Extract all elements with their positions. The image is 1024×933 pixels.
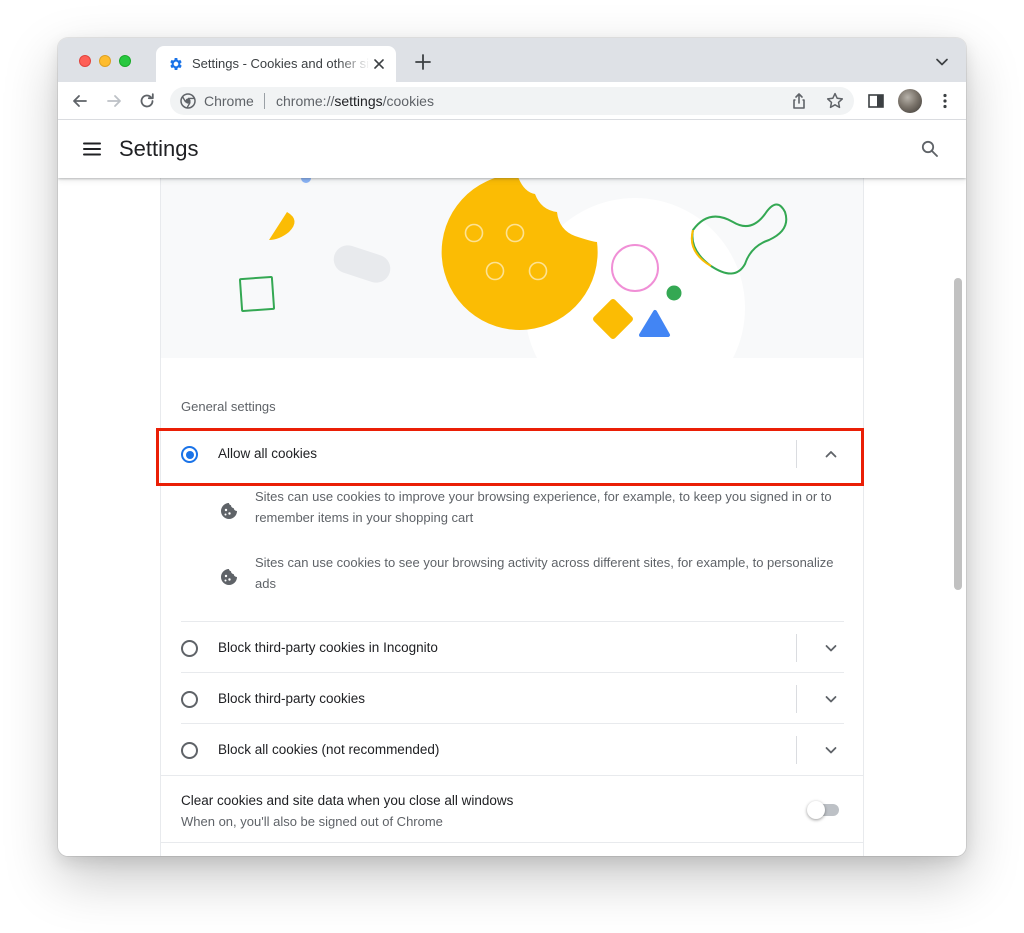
avatar[interactable] — [898, 89, 922, 113]
divider — [161, 842, 863, 843]
tab-title: Settings - Cookies and other site data — [192, 56, 370, 71]
cookie-detail-text: Sites can use cookies to see your browsi… — [255, 555, 834, 591]
cookie-detail-text: Sites can use cookies to improve your br… — [255, 489, 832, 525]
radio-block-all-cookies[interactable]: Block all cookies (not recommended) — [161, 725, 863, 775]
toolbar: Chrome chrome://settings/cookies — [58, 82, 966, 120]
chevron-up-icon[interactable] — [823, 446, 839, 462]
site-chip: Chrome — [204, 93, 254, 109]
divider — [161, 775, 863, 776]
radio-label: Block third-party cookies in Incognito — [218, 640, 438, 655]
row-separator — [796, 685, 797, 713]
address-bar[interactable]: Chrome chrome://settings/cookies — [170, 87, 854, 115]
kebab-menu-icon[interactable] — [936, 92, 954, 110]
section-label: General settings — [181, 399, 276, 414]
close-icon[interactable] — [372, 57, 386, 71]
side-panel-icon[interactable] — [868, 94, 884, 108]
reload-icon[interactable] — [137, 91, 157, 111]
zoom-window-button[interactable] — [119, 55, 131, 67]
chevron-down-icon[interactable] — [823, 691, 839, 707]
radio-button[interactable] — [181, 742, 198, 759]
radio-label: Allow all cookies — [218, 446, 318, 461]
radio-button-selected[interactable] — [181, 446, 198, 463]
clear-on-exit-title: Clear cookies and site data when you clo… — [181, 793, 514, 808]
browser-window: Settings - Cookies and other site data — [58, 38, 966, 856]
clear-on-exit-toggle[interactable] — [807, 801, 841, 819]
cookie-icon — [221, 503, 237, 519]
settings-page: Settings General settings Allow all cook… — [58, 120, 966, 856]
hamburger-menu-icon[interactable] — [82, 139, 102, 159]
row-separator — [796, 634, 797, 662]
cookie-icon — [221, 569, 237, 585]
divider — [181, 621, 844, 622]
radio-button[interactable] — [181, 640, 198, 657]
radio-button[interactable] — [181, 691, 198, 708]
chevron-down-icon[interactable] — [823, 742, 839, 758]
toggle-knob — [807, 801, 825, 819]
minimize-window-button[interactable] — [99, 55, 111, 67]
radio-label: Block all cookies (not recommended) — [218, 742, 440, 757]
radio-label: Block third-party cookies — [218, 691, 366, 706]
divider — [181, 723, 844, 724]
chevron-down-icon[interactable] — [935, 57, 949, 67]
radio-block-third-party[interactable]: Block third-party cookies — [161, 674, 863, 724]
radio-allow-all-cookies[interactable]: Allow all cookies — [161, 429, 863, 479]
back-arrow-icon[interactable] — [70, 91, 90, 111]
row-separator — [796, 736, 797, 764]
tab-settings[interactable]: Settings - Cookies and other site data — [156, 46, 396, 82]
cookies-illustration — [161, 178, 863, 358]
scrollbar[interactable] — [954, 278, 962, 590]
star-icon[interactable] — [825, 91, 845, 111]
radio-block-third-party-incognito[interactable]: Block third-party cookies in Incognito — [161, 623, 863, 673]
search-icon[interactable] — [920, 139, 940, 159]
omnibox-divider — [264, 93, 265, 109]
clear-on-exit-subtitle: When on, you'll also be signed out of Ch… — [181, 814, 443, 829]
close-window-button[interactable] — [79, 55, 91, 67]
settings-favicon-icon — [170, 58, 182, 70]
cookies-settings-card: General settings Allow all cookies Sites… — [160, 178, 864, 856]
url-text[interactable]: chrome://settings/cookies — [276, 93, 434, 109]
divider — [181, 672, 844, 673]
forward-arrow-icon[interactable] — [104, 91, 124, 111]
plus-icon[interactable] — [414, 53, 432, 71]
row-separator — [796, 440, 797, 468]
settings-header: Settings — [58, 120, 966, 178]
chevron-down-icon[interactable] — [823, 640, 839, 656]
chrome-logo-icon — [180, 93, 196, 109]
tab-strip: Settings - Cookies and other site data — [58, 38, 966, 82]
page-title: Settings — [119, 136, 199, 161]
share-icon[interactable] — [790, 92, 808, 110]
